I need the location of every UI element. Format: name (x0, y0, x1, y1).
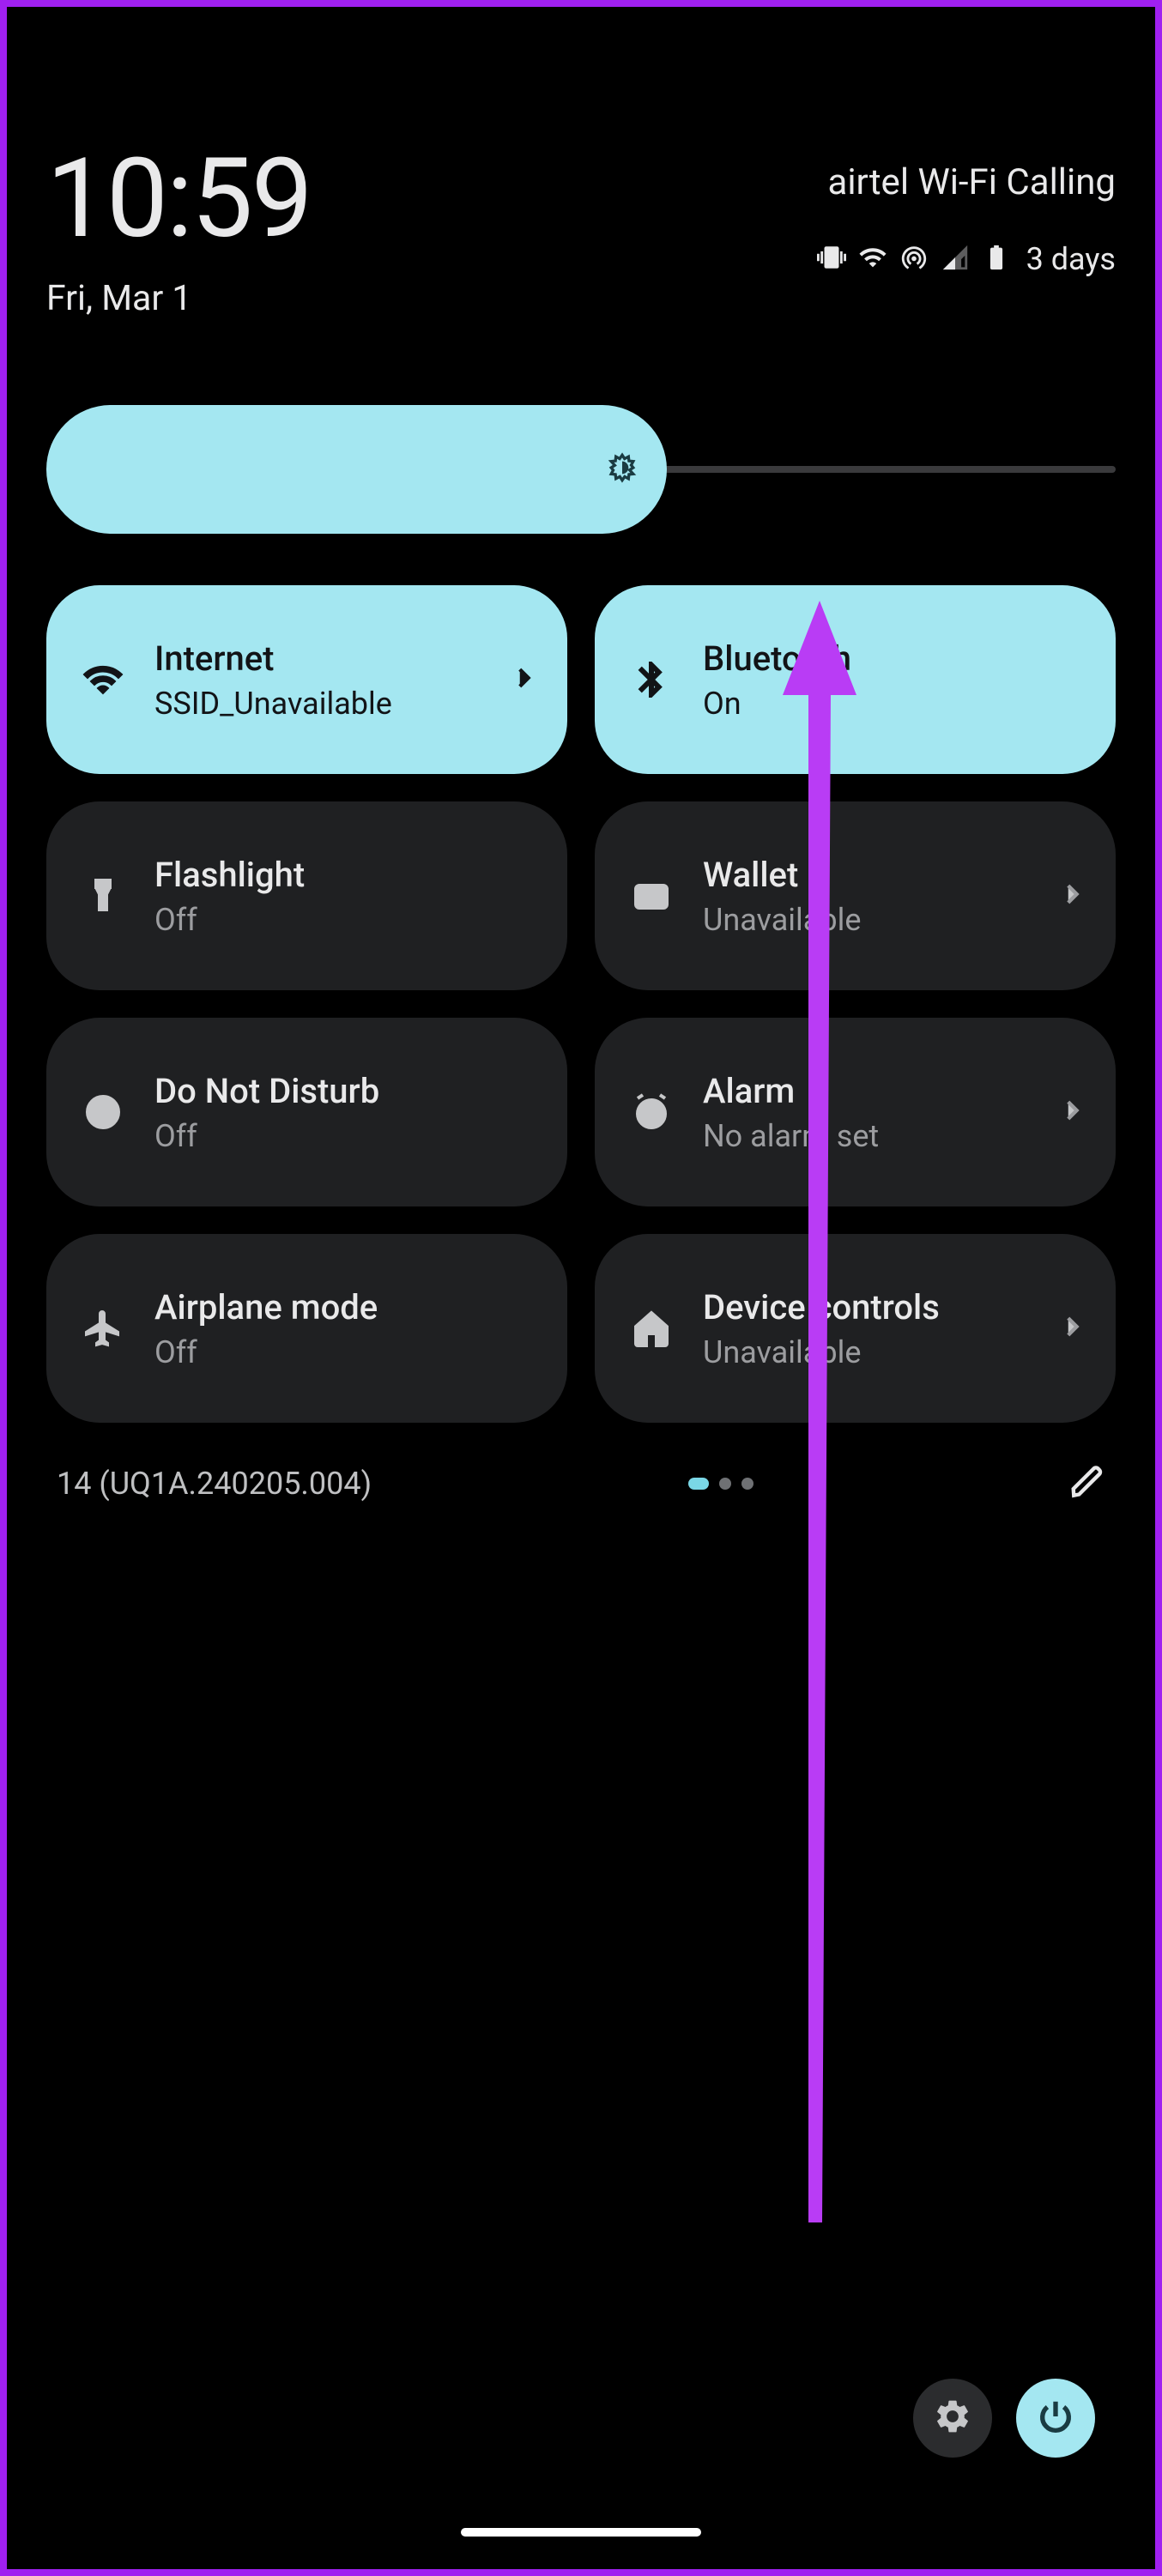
tile-bluetooth[interactable]: Bluetooth On (595, 585, 1116, 774)
nav-handle[interactable] (461, 2528, 701, 2537)
tile-text: Flashlight Off (154, 855, 535, 938)
edit-tiles-button[interactable] (1069, 1464, 1105, 1503)
bottom-buttons (913, 2379, 1095, 2458)
tile-title: Wallet (703, 855, 1083, 895)
chevron-right-icon[interactable] (1057, 880, 1086, 912)
tile-subtitle: Unavailable (703, 1334, 1083, 1370)
carrier-label: airtel Wi-Fi Calling (828, 161, 1117, 203)
brightness-fill (46, 405, 667, 534)
tile-title: Internet (154, 638, 535, 679)
flashlight-icon (79, 875, 127, 916)
battery-days-label: 3 days (1026, 241, 1116, 277)
tile-text: Airplane mode Off (154, 1287, 535, 1370)
home-icon (627, 1308, 675, 1349)
tile-flashlight[interactable]: Flashlight Off (46, 801, 567, 990)
hotspot-icon (899, 243, 929, 275)
battery-icon (982, 243, 1011, 275)
tile-subtitle: Off (154, 1334, 535, 1370)
status-icons: 3 days (817, 241, 1116, 277)
alarm-icon (627, 1091, 675, 1133)
tile-text: Do Not Disturb Off (154, 1071, 535, 1154)
tile-dnd[interactable]: Do Not Disturb Off (46, 1018, 567, 1206)
tile-subtitle: On (703, 686, 1083, 722)
wifi-icon (858, 243, 887, 275)
tile-title: Airplane mode (154, 1287, 535, 1327)
quick-settings-tiles: Internet SSID_Unavailable Bluetooth On F… (46, 585, 1116, 1423)
tile-wallet[interactable]: Wallet Unavailable (595, 801, 1116, 990)
tile-text: Bluetooth On (703, 638, 1083, 722)
brightness-icon (603, 449, 641, 490)
signal-icon (941, 243, 970, 275)
chevron-right-icon[interactable] (509, 663, 538, 696)
page-indicator (688, 1478, 753, 1490)
bluetooth-icon (627, 659, 675, 700)
tile-subtitle: SSID_Unavailable (154, 686, 535, 722)
tile-subtitle: Off (154, 902, 535, 938)
power-icon (1036, 2397, 1075, 2440)
power-button[interactable] (1016, 2379, 1095, 2458)
build-number: 14 (UQ1A.240205.004) (57, 1466, 372, 1502)
wifi-icon (79, 659, 127, 700)
date: Fri, Mar 1 (46, 278, 312, 319)
tile-text: Device controls Unavailable (703, 1287, 1083, 1370)
dnd-icon (79, 1091, 127, 1133)
chevron-right-icon[interactable] (1057, 1096, 1086, 1128)
tile-text: Wallet Unavailable (703, 855, 1083, 938)
tile-title: Alarm (703, 1071, 1083, 1111)
tile-internet[interactable]: Internet SSID_Unavailable (46, 585, 567, 774)
tile-airplane[interactable]: Airplane mode Off (46, 1234, 567, 1423)
clock: 10:59 (46, 144, 312, 254)
tile-subtitle: Unavailable (703, 902, 1083, 938)
vibrate-icon (817, 243, 846, 275)
tile-text: Alarm No alarm set (703, 1071, 1083, 1154)
settings-button[interactable] (913, 2379, 992, 2458)
tile-text: Internet SSID_Unavailable (154, 638, 535, 722)
airplane-icon (79, 1308, 127, 1349)
tile-title: Device controls (703, 1287, 1083, 1327)
page-dot (741, 1478, 753, 1490)
panel-footer: 14 (UQ1A.240205.004) (46, 1464, 1116, 1503)
tile-title: Do Not Disturb (154, 1071, 535, 1111)
phone-screen: 10:59 Fri, Mar 1 airtel Wi-Fi Calling 3 … (15, 15, 1147, 2561)
page-dot (719, 1478, 731, 1490)
tile-subtitle: No alarm set (703, 1118, 1083, 1154)
tile-title: Bluetooth (703, 638, 1083, 679)
gear-icon (933, 2397, 972, 2440)
page-dot (688, 1478, 709, 1490)
tile-alarm[interactable]: Alarm No alarm set (595, 1018, 1116, 1206)
status-header: 10:59 Fri, Mar 1 airtel Wi-Fi Calling 3 … (46, 144, 1116, 319)
header-left: 10:59 Fri, Mar 1 (46, 144, 312, 319)
tile-device-controls[interactable]: Device controls Unavailable (595, 1234, 1116, 1423)
wallet-icon (627, 875, 675, 916)
tile-title: Flashlight (154, 855, 535, 895)
tile-subtitle: Off (154, 1118, 535, 1154)
brightness-slider[interactable] (46, 405, 1116, 534)
chevron-right-icon[interactable] (1057, 1312, 1086, 1345)
header-right: airtel Wi-Fi Calling 3 days (817, 161, 1116, 277)
